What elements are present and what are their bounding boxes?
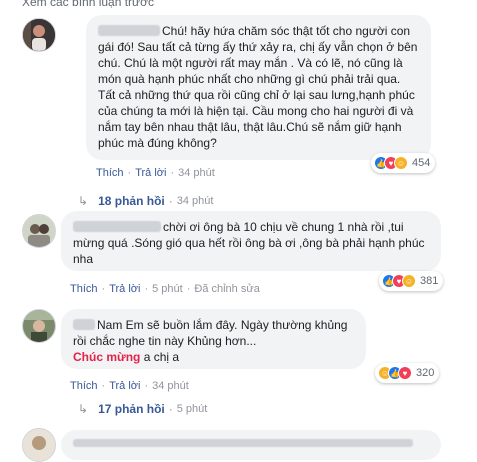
- reaction-summary[interactable]: ☺ 👍 ♥ 320: [375, 363, 440, 383]
- reply-link[interactable]: Trả lời: [135, 167, 166, 179]
- love-icon: ♥: [398, 366, 412, 380]
- blurred-author-name[interactable]: [73, 221, 161, 232]
- like-link[interactable]: Thích: [70, 380, 98, 392]
- replies-count[interactable]: 17 phản hồi: [98, 402, 165, 416]
- reply-link[interactable]: Trả lời: [109, 283, 140, 295]
- avatar[interactable]: [22, 309, 56, 343]
- like-link[interactable]: Thích: [70, 283, 98, 295]
- blurred-author-name[interactable]: [73, 319, 95, 330]
- like-link[interactable]: Thích: [96, 167, 124, 179]
- reaction-count: 454: [412, 157, 431, 169]
- avatar-photo: [23, 215, 55, 247]
- comment-actions: Thích · Trả lời · 34 phút: [96, 167, 215, 179]
- reaction-count: 381: [420, 275, 439, 287]
- haha-icon: ☺: [394, 156, 408, 170]
- edited-label[interactable]: Đã chỉnh sửa: [194, 283, 259, 295]
- comment-bubble: Chú! hãy hứa chăm sóc thật tốt cho người…: [86, 15, 431, 160]
- haha-icon: ☺: [402, 274, 416, 288]
- replies-time: 5 phút: [176, 403, 208, 415]
- comment-bubble: [61, 430, 441, 460]
- view-previous-comments[interactable]: Xem các bình luận trước: [0, 0, 477, 10]
- comment-time[interactable]: 5 phút: [152, 283, 183, 295]
- reply-arrow-icon: ↳: [78, 194, 89, 208]
- comment-actions: Thích · Trả lời · 34 phút: [70, 380, 189, 392]
- avatar[interactable]: [22, 214, 56, 248]
- avatar-photo: [23, 310, 55, 342]
- replies-time: 34 phút: [176, 195, 214, 207]
- avatar-photo: [23, 19, 55, 51]
- replies-count[interactable]: 18 phản hồi: [98, 194, 165, 208]
- reply-link[interactable]: Trả lời: [109, 380, 140, 392]
- comment-bubble: chời ơi ông bà 10 chịu về chung 1 nhà rồ…: [61, 211, 441, 271]
- comment-time[interactable]: 34 phút: [152, 380, 189, 392]
- avatar[interactable]: [22, 428, 56, 462]
- reaction-summary[interactable]: 👍 ♥ ☺ 381: [379, 271, 444, 291]
- blurred-author-name[interactable]: [98, 25, 160, 36]
- reaction-summary[interactable]: 👍 ♥ ☺ 454: [371, 153, 436, 173]
- view-previous-label[interactable]: Xem các bình luận trước: [22, 0, 154, 9]
- comment-actions: Thích · Trả lời · 5 phút · Đã chỉnh sửa: [70, 283, 260, 295]
- avatar[interactable]: [22, 18, 56, 52]
- comment-text-continued: a chị a: [143, 350, 180, 364]
- reaction-count: 320: [416, 367, 435, 379]
- comment-bubble: Nam Em sẽ buồn lắm đây. Ngày thường khủn…: [61, 309, 366, 369]
- comment-text: Chú! hãy hứa chăm sóc thật tốt cho người…: [98, 24, 418, 150]
- view-replies[interactable]: ↳ 18 phản hồi · 34 phút: [78, 194, 213, 208]
- blurred-text: [73, 439, 413, 447]
- reply-arrow-icon: ↳: [78, 402, 89, 416]
- avatar-photo: [23, 429, 55, 461]
- mention-link[interactable]: Chúc mừng: [73, 350, 140, 364]
- comment-time[interactable]: 34 phút: [178, 167, 215, 179]
- comment-text: Nam Em sẽ buồn lắm đây. Ngày thường khủn…: [73, 318, 348, 348]
- view-replies[interactable]: ↳ 17 phản hồi · 5 phút: [78, 402, 207, 416]
